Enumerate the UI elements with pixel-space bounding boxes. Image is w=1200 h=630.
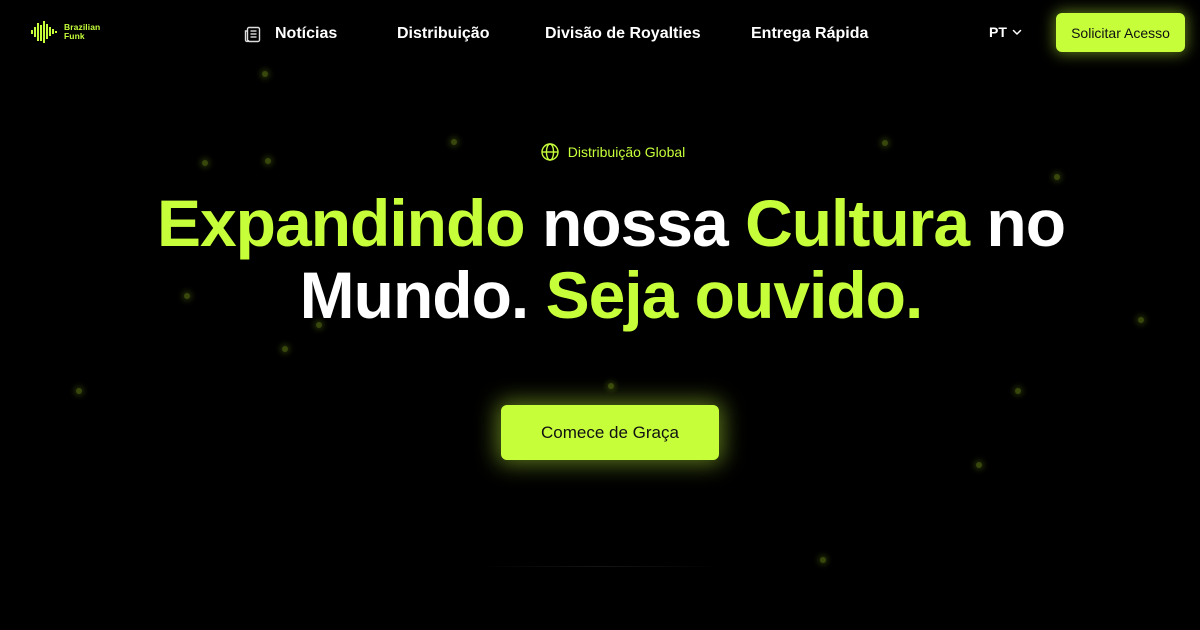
nav-item-distribuicao[interactable]: Distribuição [397,23,489,45]
nav-item-entrega-rapida[interactable]: Entrega Rápida [751,23,868,45]
chevron-down-icon [1012,29,1022,35]
brand-name: Brazilian Funk [64,23,100,41]
glow-dot [282,346,288,352]
soundwave-logo-icon [31,21,57,43]
nav-item-noticias[interactable]: Notícias [244,23,337,45]
nav-item-divisao-de-royalties[interactable]: Divisão de Royalties [545,23,701,45]
brand-logo[interactable]: Brazilian Funk [31,21,100,43]
glow-dot [608,383,614,389]
headline-word: Expandindo [156,186,526,260]
glow-dot [76,388,82,394]
glow-dot [976,462,982,468]
badge-label: Distribuição Global [567,144,686,160]
glow-dot [820,557,826,563]
newspaper-icon [244,26,261,42]
headline-word: Mundo. [299,258,530,332]
headline-word: no [986,186,1066,260]
glow-dot [1015,388,1021,394]
headline-word: Seja ouvido. [545,258,924,332]
nav-item-label: Entrega Rápida [751,25,869,42]
headline-word: nossa [541,186,729,260]
language-selector[interactable]: PT [989,24,1023,40]
glow-dot [1054,174,1060,180]
start-free-button[interactable]: Comece de Graça [501,405,719,460]
headline-word: Cultura [745,186,970,260]
language-label: PT [989,24,1007,40]
page: Brazilian Funk Notícias Distribuição Div… [0,0,1200,630]
nav-item-label: Notícias [275,25,338,42]
divider [480,566,720,567]
globe-icon [541,143,559,161]
top-navigation: Brazilian Funk Notícias Distribuição Div… [0,0,1200,66]
nav-item-label: Distribuição [397,25,490,42]
nav-item-label: Divisão de Royalties [545,25,701,42]
global-distribution-badge: Distribuição Global [0,142,1200,162]
hero-headline: Expandindo nossa Cultura no Mundo. Seja … [0,187,1200,331]
glow-dot [262,71,268,77]
request-access-button[interactable]: Solicitar Acesso [1056,13,1185,52]
brand-name-line2: Funk [64,31,85,41]
